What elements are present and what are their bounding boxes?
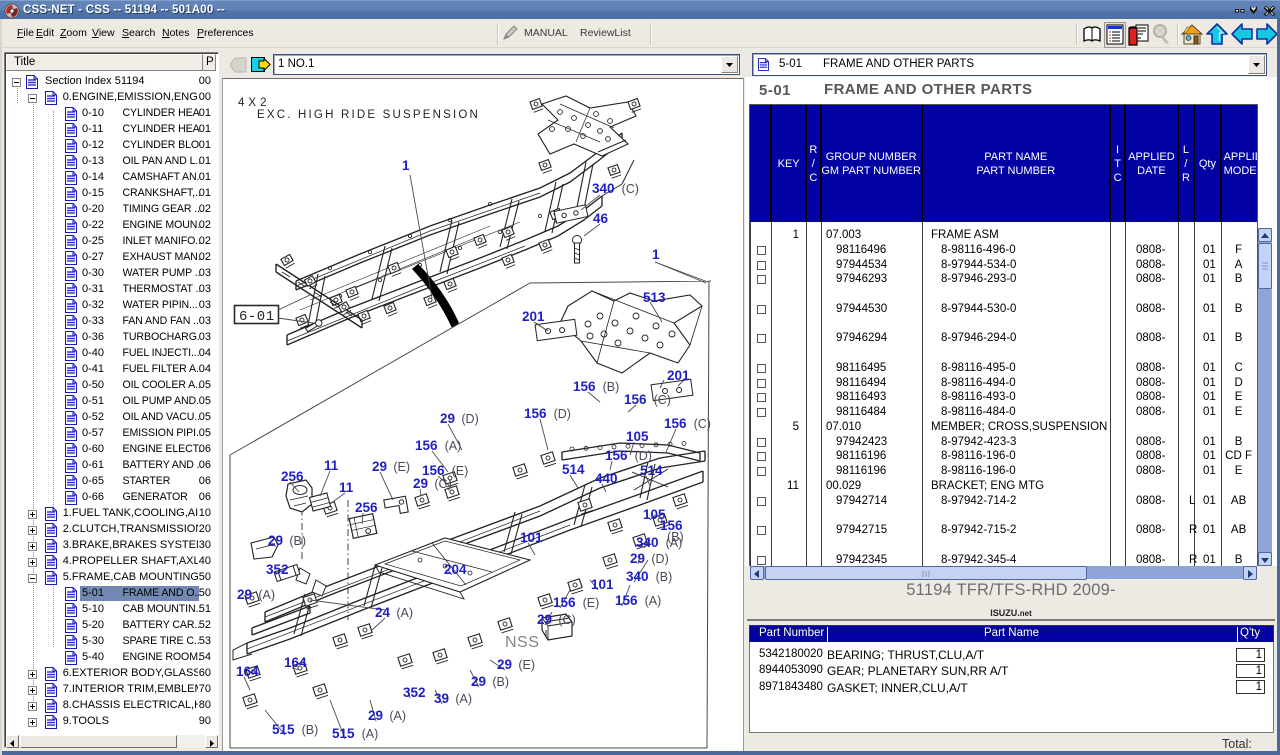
svg-text:(B): (B) (492, 675, 509, 689)
svg-text:(E): (E) (452, 464, 469, 478)
svg-text:NSS: NSS (505, 634, 539, 651)
svg-text:EXC. HIGH RIDE SUSPENSION: EXC. HIGH RIDE SUSPENSION (257, 109, 480, 121)
svg-text:105: 105 (626, 429, 649, 444)
svg-text:(A): (A) (258, 588, 275, 602)
svg-text:(B): (B) (603, 380, 620, 394)
svg-text:156: 156 (415, 438, 438, 453)
svg-text:6-01: 6-01 (239, 309, 275, 325)
svg-text:515: 515 (332, 726, 355, 741)
svg-text:(D): (D) (554, 407, 571, 421)
svg-text:11: 11 (324, 458, 339, 473)
svg-text:4X2: 4X2 (238, 97, 270, 109)
svg-text:(A): (A) (445, 439, 462, 453)
svg-text:29: 29 (537, 612, 552, 627)
svg-text:201: 201 (667, 368, 690, 383)
svg-text:(A): (A) (362, 727, 379, 741)
svg-text:(C): (C) (654, 393, 671, 407)
svg-text:(C): (C) (558, 613, 575, 627)
svg-text:29: 29 (368, 708, 383, 723)
svg-text:46: 46 (593, 211, 609, 226)
svg-text:352: 352 (266, 562, 289, 577)
svg-text:(D): (D) (461, 412, 478, 426)
svg-text:(B): (B) (289, 534, 306, 548)
svg-text:29: 29 (413, 476, 428, 491)
svg-text:(A): (A) (455, 692, 472, 706)
svg-text:156: 156 (664, 416, 687, 431)
svg-text:256: 256 (355, 500, 378, 515)
svg-text:156: 156 (624, 392, 647, 407)
svg-text:156: 156 (553, 595, 576, 610)
svg-text:29: 29 (471, 674, 486, 689)
svg-text:513: 513 (643, 290, 666, 305)
svg-text:352: 352 (403, 685, 426, 700)
svg-text:(E): (E) (583, 596, 600, 610)
svg-text:(C): (C) (622, 182, 639, 196)
svg-text:1: 1 (652, 247, 660, 262)
svg-text:164: 164 (284, 655, 307, 670)
svg-text:(C): (C) (694, 417, 711, 431)
svg-text:29: 29 (268, 533, 283, 548)
svg-text:(E): (E) (393, 460, 410, 474)
svg-text:11: 11 (339, 480, 354, 495)
svg-text:(E): (E) (518, 658, 535, 672)
svg-text:(C): (C) (434, 477, 451, 491)
svg-text:(A): (A) (645, 594, 662, 608)
svg-text:(A): (A) (389, 709, 406, 723)
svg-text:256: 256 (281, 469, 304, 484)
svg-text:101: 101 (591, 577, 614, 592)
svg-text:204: 204 (444, 562, 467, 577)
svg-text:29: 29 (630, 551, 645, 566)
svg-text:39: 39 (434, 691, 449, 706)
svg-text:(B): (B) (302, 723, 319, 737)
svg-text:29: 29 (497, 657, 512, 672)
svg-text:156: 156 (605, 448, 628, 463)
svg-text:24: 24 (375, 605, 391, 620)
svg-text:156: 156 (524, 406, 547, 421)
svg-text:156: 156 (615, 593, 638, 608)
svg-text:340: 340 (626, 569, 649, 584)
svg-text:515: 515 (272, 722, 295, 737)
svg-text:(D): (D) (635, 449, 652, 463)
svg-text:164: 164 (236, 664, 259, 679)
svg-text:340: 340 (592, 181, 615, 196)
svg-text:29: 29 (237, 587, 252, 602)
svg-text:(A): (A) (666, 536, 683, 550)
svg-text:514: 514 (562, 462, 585, 477)
svg-text:340: 340 (636, 535, 659, 550)
svg-text:101: 101 (520, 530, 543, 545)
svg-text:(A): (A) (396, 606, 413, 620)
svg-text:1: 1 (402, 158, 410, 173)
svg-text:29: 29 (372, 459, 387, 474)
svg-text:514: 514 (640, 463, 663, 478)
svg-text:440: 440 (595, 471, 618, 486)
svg-text:29: 29 (440, 411, 455, 426)
svg-text:(B): (B) (656, 570, 673, 584)
svg-text:156: 156 (573, 379, 596, 394)
svg-text:201: 201 (522, 309, 545, 324)
svg-text:(D): (D) (651, 552, 668, 566)
